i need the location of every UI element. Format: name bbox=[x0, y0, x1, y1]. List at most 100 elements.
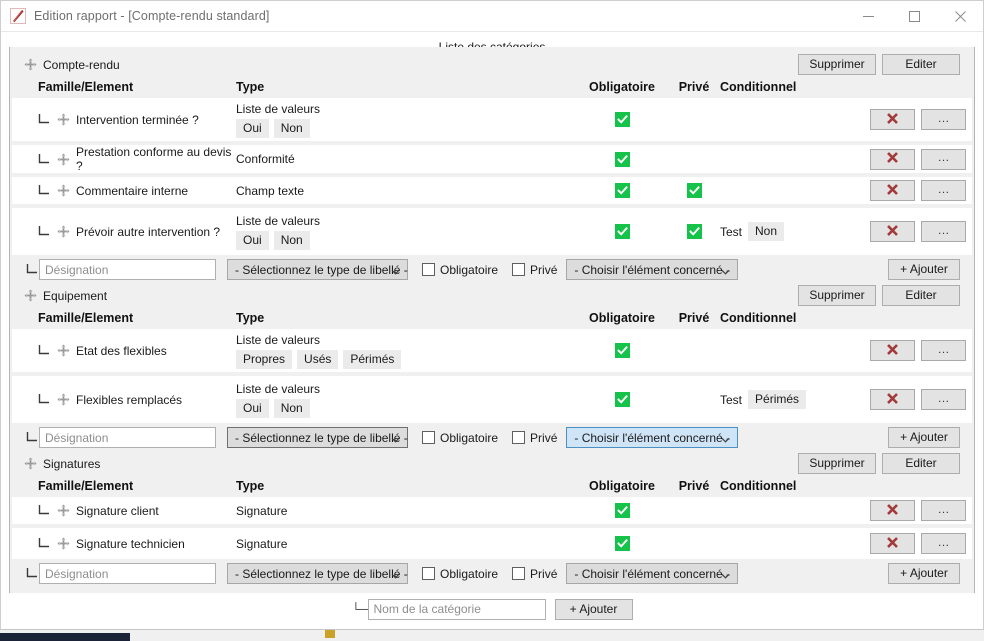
prive-checkbox[interactable] bbox=[512, 567, 526, 580]
category-block: Equipement Supprimer Editer Famille/Element… bbox=[12, 284, 972, 452]
table-row[interactable]: Prestation conforme au devis ? Conformité… bbox=[12, 145, 972, 177]
delete-element-button[interactable] bbox=[870, 180, 915, 201]
prive-checkbox[interactable] bbox=[512, 263, 526, 276]
element-options-button[interactable]: … bbox=[921, 500, 966, 521]
element-options-button[interactable]: … bbox=[921, 109, 966, 130]
designation-input[interactable] bbox=[39, 259, 216, 280]
edit-category-button[interactable]: Editer bbox=[882, 54, 960, 75]
table-row[interactable]: Intervention terminée ? Liste de valeurs O… bbox=[12, 98, 972, 145]
column-header-conditionnel: Conditionnel bbox=[720, 311, 797, 325]
element-rows: Intervention terminée ? Liste de valeurs O… bbox=[12, 98, 972, 255]
table-row[interactable]: Signature technicien Signature… bbox=[12, 528, 972, 559]
element-type-cell: Signature bbox=[236, 504, 576, 518]
delete-category-button[interactable]: Supprimer bbox=[798, 285, 876, 306]
minimize-button[interactable] bbox=[845, 1, 891, 32]
chevron-down-icon bbox=[391, 569, 400, 579]
table-row[interactable]: Flexibles remplacés Liste de valeurs Oui No… bbox=[12, 376, 972, 423]
element-options-button[interactable]: … bbox=[921, 148, 966, 170]
move-handle-icon[interactable] bbox=[57, 393, 70, 406]
designation-input[interactable] bbox=[39, 563, 216, 584]
element-rows: Etat des flexibles Liste de valeurs Propre… bbox=[12, 329, 972, 423]
obligatoire-checkbox-checked[interactable] bbox=[614, 224, 630, 239]
close-button[interactable] bbox=[937, 1, 983, 32]
column-header-prive: Privé bbox=[678, 80, 710, 94]
delete-category-button[interactable]: Supprimer bbox=[798, 453, 876, 474]
delete-element-button[interactable] bbox=[870, 148, 915, 170]
obligatoire-checkbox-checked[interactable] bbox=[614, 151, 630, 167]
libelle-type-select[interactable]: - Sélectionnez le type de libellé - bbox=[227, 427, 408, 448]
move-handle-icon[interactable] bbox=[57, 153, 70, 166]
delete-element-button[interactable] bbox=[870, 221, 915, 242]
prive-checkbox-group[interactable]: Privé bbox=[512, 431, 557, 445]
designation-input[interactable] bbox=[39, 427, 216, 448]
delete-element-button[interactable] bbox=[870, 340, 915, 361]
conditional-test-label: Test bbox=[720, 392, 743, 407]
move-handle-icon[interactable] bbox=[24, 58, 37, 71]
obligatoire-checkbox[interactable] bbox=[422, 567, 435, 580]
add-element-button[interactable]: + Ajouter bbox=[888, 259, 960, 280]
obligatoire-checkbox-group[interactable]: Obligatoire bbox=[422, 263, 498, 277]
libelle-type-select[interactable]: - Sélectionnez le type de libellé - bbox=[227, 563, 408, 584]
element-name-cell: Flexibles remplacés bbox=[38, 393, 236, 407]
move-handle-icon[interactable] bbox=[57, 225, 70, 238]
table-row[interactable]: Prévoir autre intervention ? Liste de val… bbox=[12, 208, 972, 255]
categories-scroll-area[interactable]: Compte-rendu Supprimer Editer Famille/Eleme… bbox=[10, 47, 974, 618]
obligatoire-checkbox-checked[interactable] bbox=[614, 503, 630, 518]
window-title: Edition rapport - [Compte-rendu standard… bbox=[34, 9, 270, 23]
delete-element-button[interactable] bbox=[870, 389, 915, 410]
element-options-button[interactable]: … bbox=[921, 180, 966, 201]
tree-branch-icon bbox=[38, 537, 51, 550]
maximize-button[interactable] bbox=[891, 1, 937, 32]
prive-checkbox[interactable] bbox=[512, 431, 526, 444]
move-handle-icon[interactable] bbox=[24, 457, 37, 470]
obligatoire-checkbox-checked[interactable] bbox=[614, 392, 630, 407]
element-concerne-select[interactable]: - Choisir l'élément concerné - bbox=[566, 427, 739, 448]
table-row[interactable]: Commentaire interne Champ texte… bbox=[12, 177, 972, 208]
row-actions: … bbox=[870, 389, 974, 410]
move-handle-icon[interactable] bbox=[57, 537, 70, 550]
move-handle-icon[interactable] bbox=[57, 344, 70, 357]
libelle-type-select[interactable]: - Sélectionnez le type de libellé - bbox=[227, 259, 408, 280]
obligatoire-checkbox-group[interactable]: Obligatoire bbox=[422, 567, 498, 581]
prive-checkbox-checked[interactable] bbox=[686, 224, 702, 239]
element-concerne-select[interactable]: - Choisir l'élément concerné - bbox=[566, 563, 739, 584]
add-category-button[interactable]: + Ajouter bbox=[554, 598, 633, 620]
obligatoire-checkbox-checked[interactable] bbox=[614, 343, 630, 358]
edit-category-button[interactable]: Editer bbox=[882, 285, 960, 306]
prive-checkbox-group[interactable]: Privé bbox=[512, 263, 557, 277]
obligatoire-checkbox-checked[interactable] bbox=[614, 536, 630, 551]
delete-element-button[interactable] bbox=[870, 109, 915, 130]
obligatoire-checkbox[interactable] bbox=[422, 431, 435, 444]
move-handle-icon[interactable] bbox=[24, 289, 37, 302]
element-label: Etat des flexibles bbox=[76, 343, 167, 358]
obligatoire-checkbox-group[interactable]: Obligatoire bbox=[422, 431, 498, 445]
prive-checkbox-group[interactable]: Privé bbox=[512, 567, 557, 581]
table-row[interactable]: Signature client Signature… bbox=[12, 497, 972, 528]
add-element-button[interactable]: + Ajouter bbox=[888, 563, 960, 584]
obligatoire-checkbox-checked[interactable] bbox=[614, 112, 630, 127]
category-header: Equipement Supprimer Editer bbox=[12, 284, 972, 307]
element-name-cell: Intervention terminée ? bbox=[38, 113, 236, 127]
element-options-button[interactable]: … bbox=[921, 533, 966, 554]
element-label: Intervention terminée ? bbox=[76, 112, 199, 127]
element-concerne-select[interactable]: - Choisir l'élément concerné - bbox=[566, 259, 739, 280]
prive-checkbox-checked[interactable] bbox=[686, 183, 702, 198]
move-handle-icon[interactable] bbox=[57, 113, 70, 126]
table-row[interactable]: Etat des flexibles Liste de valeurs Propre… bbox=[12, 329, 972, 376]
delete-category-button[interactable]: Supprimer bbox=[798, 54, 876, 75]
move-handle-icon[interactable] bbox=[57, 504, 70, 517]
element-options-button[interactable]: … bbox=[921, 221, 966, 242]
element-rows: Signature client Signature… Signature tech… bbox=[12, 497, 972, 559]
obligatoire-checkbox[interactable] bbox=[422, 263, 435, 276]
add-element-button[interactable]: + Ajouter bbox=[888, 427, 960, 448]
element-options-button[interactable]: … bbox=[921, 389, 966, 410]
delete-element-button[interactable] bbox=[870, 500, 915, 521]
delete-element-button[interactable] bbox=[870, 533, 915, 554]
move-handle-icon[interactable] bbox=[57, 184, 70, 197]
obligatoire-checkbox-checked[interactable] bbox=[614, 183, 630, 198]
element-options-button[interactable]: … bbox=[921, 340, 966, 361]
edit-category-button[interactable]: Editer bbox=[882, 453, 960, 474]
chevron-down-icon bbox=[721, 433, 730, 443]
category-name-input[interactable] bbox=[367, 598, 546, 620]
red-x-icon bbox=[886, 183, 899, 199]
